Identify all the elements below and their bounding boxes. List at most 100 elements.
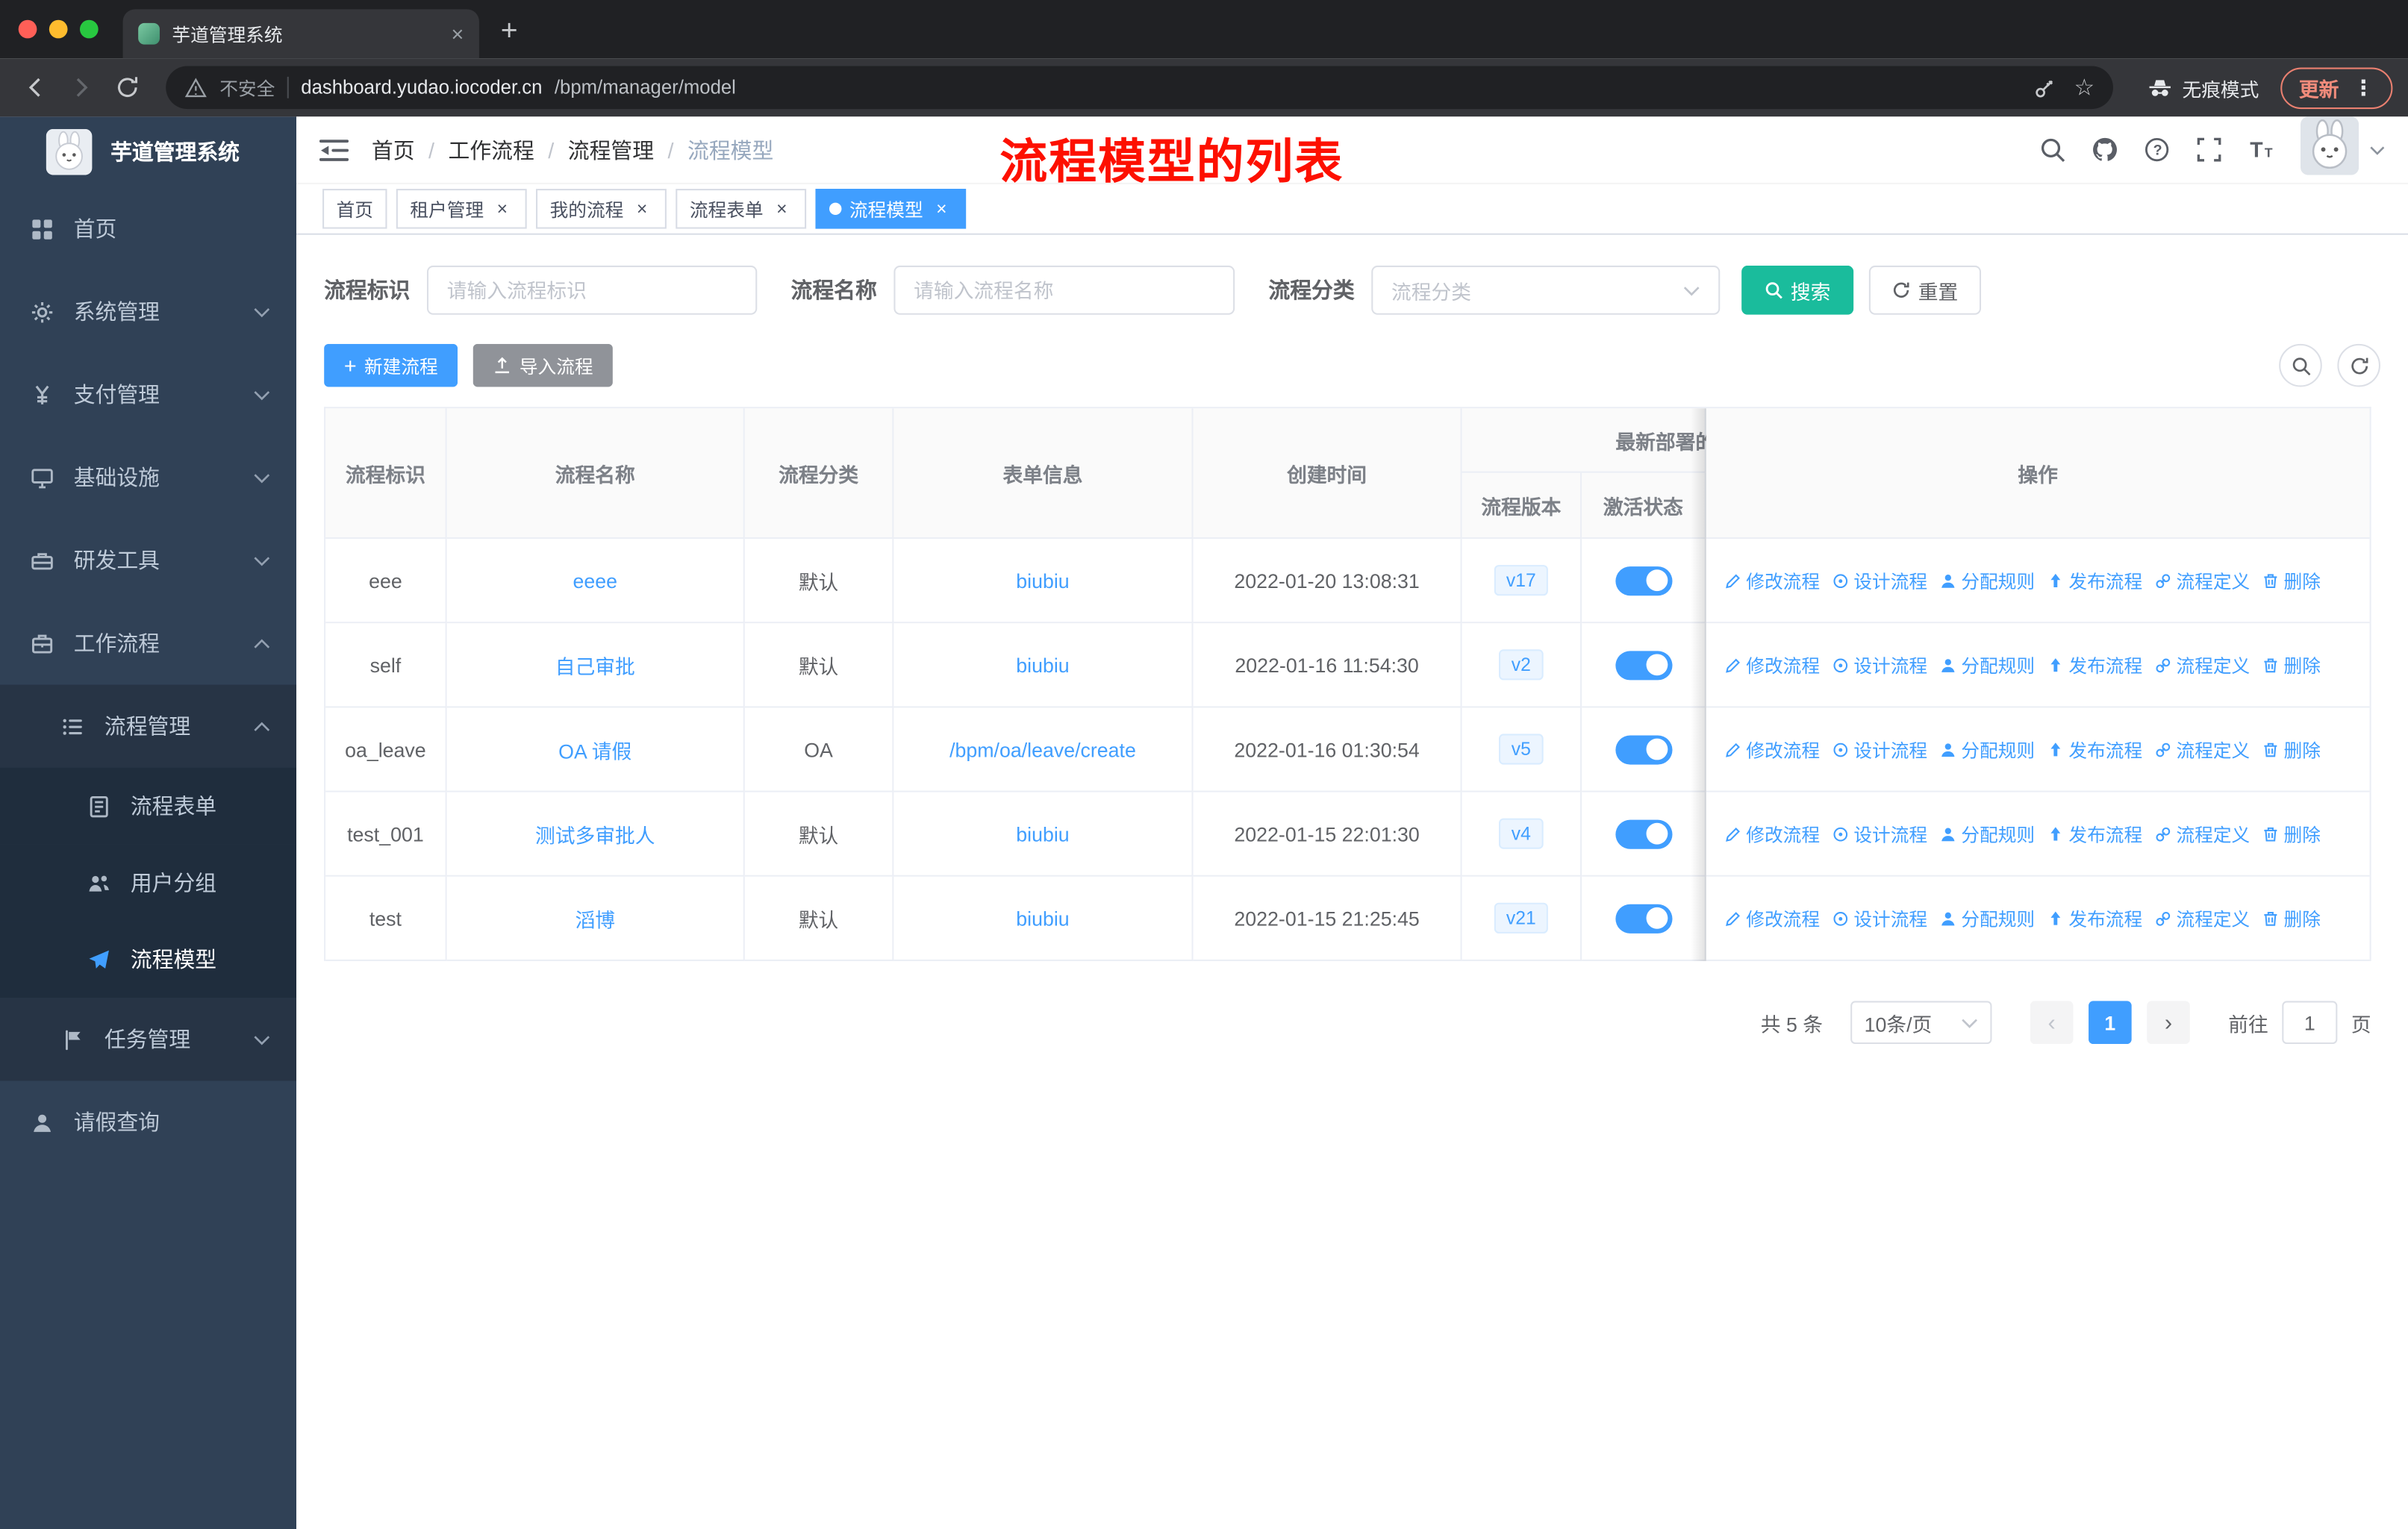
refresh-table-button[interactable]: [2337, 343, 2380, 387]
prev-page-button[interactable]: ‹: [2030, 1001, 2074, 1045]
active-toggle[interactable]: [1615, 819, 1672, 848]
sidebar-item-task-mgmt[interactable]: 任务管理: [0, 998, 297, 1081]
search-icon[interactable]: [2039, 137, 2065, 163]
search-button[interactable]: 搜索: [1741, 265, 1854, 315]
action-definition[interactable]: 流程定义: [2155, 737, 2250, 763]
action-definition[interactable]: 流程定义: [2155, 821, 2250, 847]
action-design[interactable]: 设计流程: [1832, 737, 1927, 763]
action-delete[interactable]: 删除: [2262, 821, 2321, 847]
tag-home[interactable]: 首页: [322, 189, 387, 229]
model-name-link[interactable]: 滔博: [575, 904, 615, 933]
action-assign[interactable]: 分配规则: [1940, 737, 2035, 763]
reset-button[interactable]: 重置: [1868, 265, 1982, 315]
zoom-window-button[interactable]: [79, 19, 99, 39]
process-name-input[interactable]: [914, 278, 1215, 302]
action-assign[interactable]: 分配规则: [1940, 821, 2035, 847]
breadcrumb-item[interactable]: 首页: [372, 134, 415, 165]
action-design[interactable]: 设计流程: [1832, 567, 1927, 593]
form-link[interactable]: /bpm/oa/leave/create: [949, 738, 1136, 761]
tab-close-icon[interactable]: ×: [451, 22, 464, 46]
action-delete[interactable]: 删除: [2262, 905, 2321, 931]
action-definition[interactable]: 流程定义: [2155, 651, 2250, 678]
sidebar-item-dev-tools[interactable]: 研发工具: [0, 519, 296, 601]
action-publish[interactable]: 发布流程: [2047, 737, 2142, 763]
app-logo[interactable]: 芋道管理系统: [0, 116, 296, 187]
import-process-button[interactable]: 导入流程: [473, 343, 614, 387]
form-link[interactable]: biubiu: [1016, 907, 1069, 930]
kebab-menu-icon[interactable]: ⋮: [2353, 75, 2374, 101]
form-link[interactable]: biubiu: [1016, 653, 1069, 676]
action-delete[interactable]: 删除: [2262, 651, 2321, 678]
action-design[interactable]: 设计流程: [1832, 651, 1927, 678]
sidebar-item-process-form[interactable]: 流程表单: [0, 767, 297, 845]
next-page-button[interactable]: ›: [2147, 1001, 2190, 1045]
tag-process-model[interactable]: 流程模型 ×: [815, 189, 967, 229]
create-process-button[interactable]: + 新建流程: [324, 343, 458, 387]
breadcrumb-item[interactable]: 流程管理: [568, 134, 654, 165]
minimize-window-button[interactable]: [49, 19, 68, 39]
action-definition[interactable]: 流程定义: [2155, 905, 2250, 931]
sidebar-item-leave-query[interactable]: 请假查询: [0, 1081, 296, 1163]
tag-tenant[interactable]: 租户管理 ×: [396, 189, 527, 229]
action-publish[interactable]: 发布流程: [2047, 821, 2142, 847]
sidebar-item-infrastructure[interactable]: 基础设施: [0, 436, 296, 519]
sidebar-item-user-group[interactable]: 用户分组: [0, 844, 297, 922]
form-link[interactable]: biubiu: [1016, 822, 1069, 845]
toggle-search-button[interactable]: [2279, 343, 2322, 387]
action-edit[interactable]: 修改流程: [1724, 821, 1820, 847]
action-edit[interactable]: 修改流程: [1724, 905, 1820, 931]
user-menu[interactable]: [2300, 116, 2385, 182]
sidebar-item-process-model[interactable]: 流程模型: [0, 921, 297, 998]
model-name-link[interactable]: 自己审批: [555, 650, 635, 679]
action-assign[interactable]: 分配规则: [1940, 651, 2035, 678]
active-toggle[interactable]: [1615, 734, 1672, 764]
action-design[interactable]: 设计流程: [1832, 905, 1927, 931]
forward-icon[interactable]: [61, 68, 101, 107]
close-window-button[interactable]: [18, 19, 37, 39]
sidebar-item-payment[interactable]: 支付管理: [0, 353, 296, 436]
form-link[interactable]: biubiu: [1016, 569, 1069, 592]
sidebar-item-workflow[interactable]: 工作流程: [0, 602, 296, 685]
breadcrumb-item[interactable]: 流程模型: [687, 134, 773, 165]
breadcrumb-item[interactable]: 工作流程: [449, 134, 534, 165]
action-publish[interactable]: 发布流程: [2047, 651, 2142, 678]
model-name-link[interactable]: eeee: [573, 569, 617, 592]
tag-process-form[interactable]: 流程表单 ×: [676, 189, 807, 229]
avatar[interactable]: [2300, 116, 2359, 182]
browser-tab[interactable]: 芋道管理系统 ×: [122, 9, 479, 59]
active-toggle[interactable]: [1615, 566, 1672, 595]
collapse-menu-icon[interactable]: [319, 137, 349, 162]
process-name-field[interactable]: [893, 265, 1235, 315]
model-name-link[interactable]: 测试多审批人: [535, 819, 655, 848]
goto-page-input[interactable]: [2282, 1001, 2338, 1045]
help-icon[interactable]: ?: [2144, 137, 2170, 163]
action-publish[interactable]: 发布流程: [2047, 905, 2142, 931]
sidebar-item-process-mgmt[interactable]: 流程管理: [0, 684, 297, 768]
bookmark-star-icon[interactable]: ☆: [2074, 74, 2095, 101]
font-size-icon[interactable]: TT: [2248, 137, 2274, 163]
back-icon[interactable]: [16, 68, 55, 107]
url-bar[interactable]: 不安全 dashboard.yudao.iocoder.cn /bpm/mana…: [166, 66, 2113, 110]
action-delete[interactable]: 删除: [2262, 737, 2321, 763]
close-icon[interactable]: ×: [771, 198, 793, 219]
action-publish[interactable]: 发布流程: [2047, 567, 2142, 593]
close-icon[interactable]: ×: [491, 198, 513, 219]
close-icon[interactable]: ×: [931, 198, 952, 219]
model-name-link[interactable]: OA 请假: [558, 734, 631, 763]
page-size-select[interactable]: 10条/页: [1850, 1001, 1992, 1045]
password-key-icon[interactable]: [2033, 76, 2056, 99]
fullscreen-icon[interactable]: [2196, 137, 2222, 163]
action-design[interactable]: 设计流程: [1832, 821, 1927, 847]
page-1-button[interactable]: 1: [2088, 1001, 2132, 1045]
tag-my-process[interactable]: 我的流程 ×: [536, 189, 667, 229]
process-category-select[interactable]: 流程分类: [1371, 265, 1721, 315]
github-icon[interactable]: [2092, 137, 2118, 163]
new-tab-button[interactable]: +: [501, 17, 518, 46]
action-delete[interactable]: 删除: [2262, 567, 2321, 593]
sidebar-item-home[interactable]: 首页: [0, 187, 296, 270]
active-toggle[interactable]: [1615, 650, 1672, 680]
action-edit[interactable]: 修改流程: [1724, 737, 1820, 763]
action-definition[interactable]: 流程定义: [2155, 567, 2250, 593]
browser-update-button[interactable]: 更新 ⋮: [2280, 66, 2393, 109]
process-key-input[interactable]: [446, 278, 737, 302]
